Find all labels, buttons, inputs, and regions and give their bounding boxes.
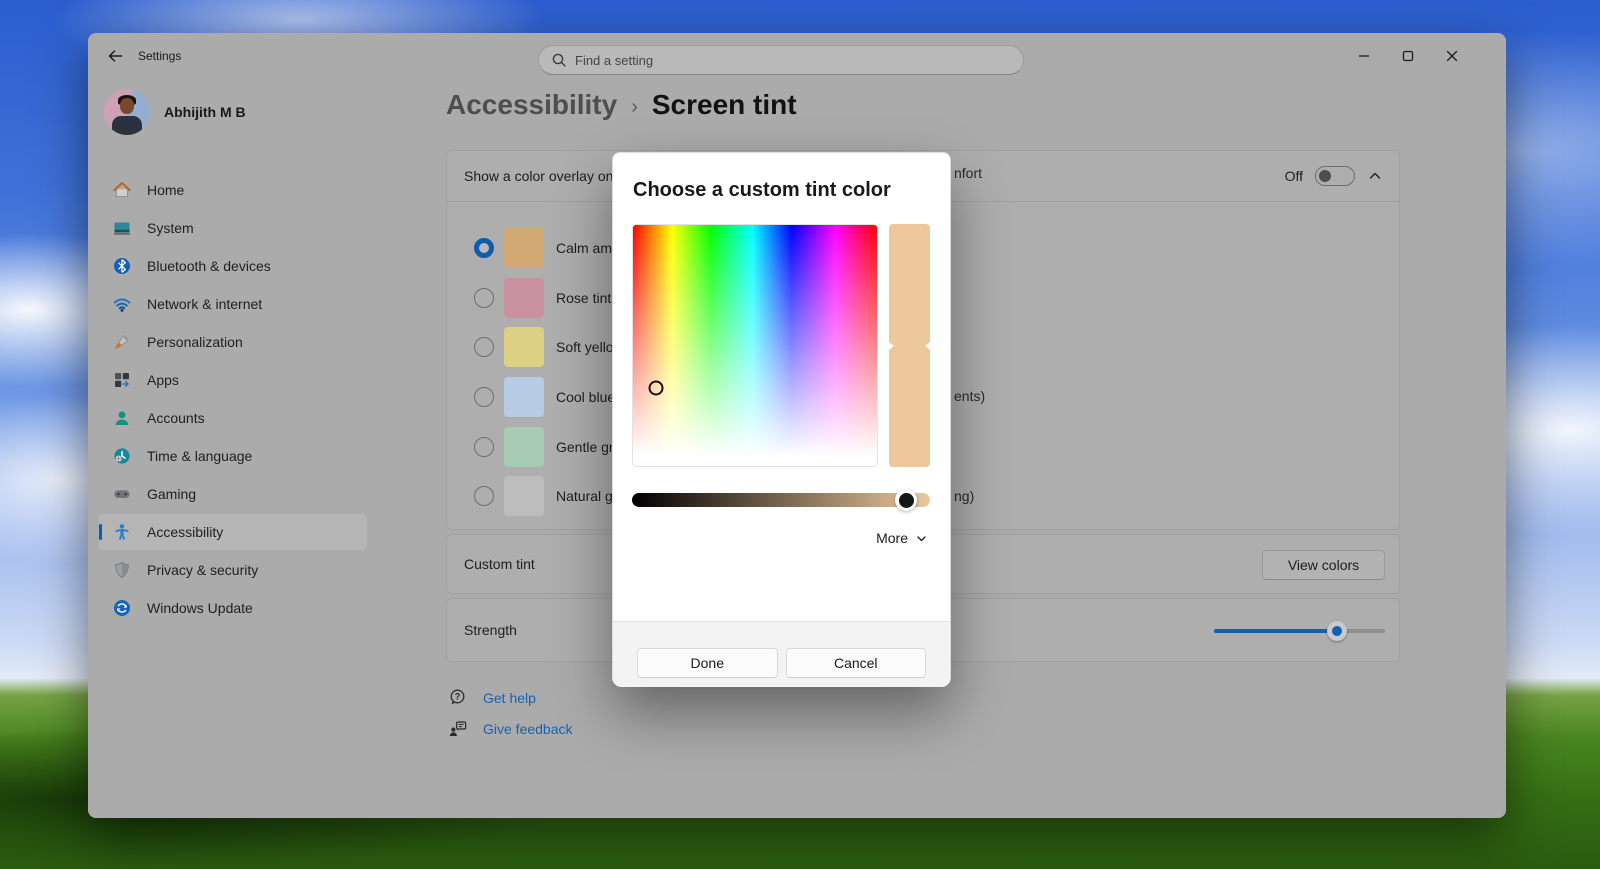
radio-selected[interactable]	[474, 238, 494, 258]
option-label-fragment: ng)	[954, 488, 974, 504]
apps-icon	[112, 370, 132, 390]
svg-text:?: ?	[455, 692, 461, 702]
sidebar-item-apps[interactable]: Apps	[99, 362, 367, 398]
slider-thumb[interactable]	[1327, 621, 1347, 641]
strength-slider[interactable]	[1214, 629, 1385, 633]
color-overlay-label-fragment: nfort	[954, 165, 982, 181]
sidebar-item-network[interactable]: Network & internet	[99, 286, 367, 322]
minimize-button[interactable]	[1342, 33, 1386, 79]
radio[interactable]	[474, 486, 494, 506]
toggle-knob	[1319, 170, 1331, 182]
custom-tint-label: Custom tint	[464, 556, 535, 572]
sidebar-item-time-language[interactable]: Time & language	[99, 438, 367, 474]
avatar	[104, 89, 150, 135]
settings-window: Settings Find a setting	[88, 33, 1506, 818]
close-icon	[1442, 46, 1462, 66]
cancel-button[interactable]: Cancel	[786, 648, 927, 678]
radio[interactable]	[474, 437, 494, 457]
color-cursor[interactable]	[648, 380, 663, 395]
slider-fill	[1214, 629, 1337, 633]
user-name: Abhijith M B	[164, 104, 246, 120]
radio[interactable]	[474, 288, 494, 308]
breadcrumb: Accessibility › Screen tint	[446, 89, 797, 121]
close-button[interactable]	[1430, 33, 1474, 79]
tint-swatch	[504, 377, 544, 417]
sidebar-item-gaming[interactable]: Gaming	[99, 476, 367, 512]
search-icon	[551, 52, 567, 68]
toggle-state-label: Off	[1285, 168, 1303, 184]
get-help-icon: ?	[448, 688, 467, 707]
search-input[interactable]: Find a setting	[538, 45, 1024, 75]
color-overlay-label: Show a color overlay on	[464, 168, 613, 184]
tint-swatch	[504, 427, 544, 467]
privacy-shield-icon	[112, 560, 132, 580]
strength-label: Strength	[464, 622, 517, 638]
shade-slider-thumb[interactable]	[895, 489, 917, 511]
back-arrow-icon	[106, 47, 124, 65]
get-help-link[interactable]: ? Get help	[448, 688, 536, 707]
sidebar-item-system[interactable]: System	[99, 210, 367, 246]
breadcrumb-parent[interactable]: Accessibility	[446, 89, 617, 121]
gaming-icon	[112, 484, 132, 504]
sidebar-item-windows-update[interactable]: Windows Update	[99, 590, 367, 626]
bluetooth-icon	[112, 256, 132, 276]
app-title: Settings	[138, 49, 181, 63]
windows-update-icon	[112, 598, 132, 618]
chevron-down-icon	[915, 532, 928, 545]
network-icon	[112, 294, 132, 314]
sidebar-nav: Home System Bluetooth & devices	[99, 172, 367, 626]
search-placeholder: Find a setting	[575, 53, 653, 68]
color-spectrum-field[interactable]	[632, 224, 878, 467]
shade-gradient-slider[interactable]	[632, 493, 930, 507]
sidebar-item-accounts[interactable]: Accounts	[99, 400, 367, 436]
page-title: Screen tint	[652, 89, 797, 121]
user-profile[interactable]: Abhijith M B	[104, 89, 246, 135]
dialog-title: Choose a custom tint color	[633, 179, 891, 202]
tint-swatch	[504, 327, 544, 367]
home-icon	[112, 180, 132, 200]
value-slider[interactable]	[889, 224, 930, 467]
done-button[interactable]: Done	[637, 648, 778, 678]
tint-swatch	[504, 228, 544, 268]
maximize-icon	[1398, 46, 1418, 66]
breadcrumb-separator-icon: ›	[631, 92, 638, 119]
titlebar: Settings Find a setting	[88, 33, 1506, 79]
option-label-fragment: ents)	[954, 388, 985, 404]
tint-swatch	[504, 476, 544, 516]
maximize-button[interactable]	[1386, 33, 1430, 79]
sidebar-item-bluetooth[interactable]: Bluetooth & devices	[99, 248, 367, 284]
color-overlay-toggle[interactable]	[1315, 166, 1355, 186]
give-feedback-icon	[448, 719, 467, 738]
sidebar-item-privacy-security[interactable]: Privacy & security	[99, 552, 367, 588]
back-button[interactable]	[100, 42, 130, 70]
more-dropdown-button[interactable]: More	[876, 528, 928, 548]
personalization-icon	[112, 332, 132, 352]
give-feedback-link[interactable]: Give feedback	[448, 719, 573, 738]
desktop-wallpaper: Settings Find a setting	[0, 0, 1600, 869]
minimize-icon	[1354, 46, 1374, 66]
dialog-footer: Done Cancel	[613, 621, 950, 687]
window-controls	[1342, 33, 1474, 79]
custom-tint-color-dialog: Choose a custom tint color More Done Can…	[612, 152, 951, 686]
sidebar-item-personalization[interactable]: Personalization	[99, 324, 367, 360]
accessibility-icon	[112, 522, 132, 542]
radio[interactable]	[474, 337, 494, 357]
sidebar-item-accessibility[interactable]: Accessibility	[99, 514, 367, 550]
tint-swatch	[504, 278, 544, 318]
sidebar-item-home[interactable]: Home	[99, 172, 367, 208]
chevron-up-icon[interactable]	[1367, 168, 1383, 184]
view-colors-button[interactable]: View colors	[1262, 550, 1385, 580]
radio[interactable]	[474, 387, 494, 407]
accounts-icon	[112, 408, 132, 428]
system-icon	[112, 218, 132, 238]
time-language-icon	[112, 446, 132, 466]
